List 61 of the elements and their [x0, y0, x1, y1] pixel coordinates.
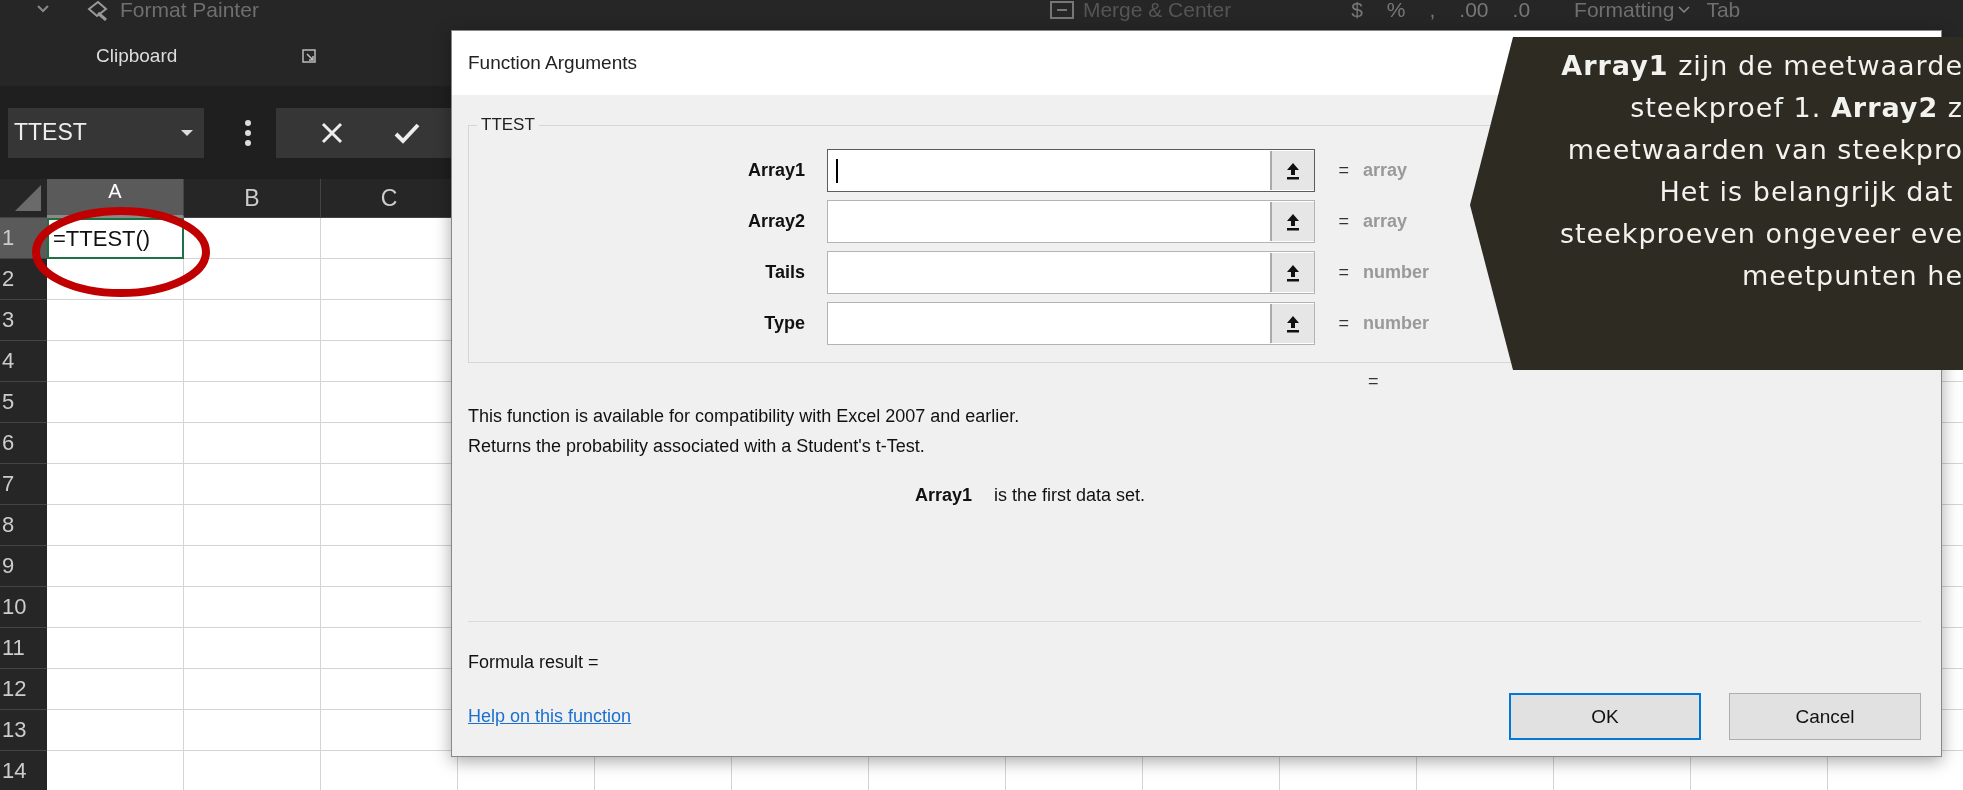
- argument-field[interactable]: [827, 149, 1315, 192]
- column-header[interactable]: B: [184, 179, 321, 218]
- row-header[interactable]: 7: [0, 464, 47, 505]
- row-header[interactable]: 8: [0, 505, 47, 546]
- argument-label: Array2: [746, 211, 806, 232]
- upload-arrow-icon: [1286, 263, 1300, 282]
- checkmark-icon[interactable]: [394, 121, 420, 144]
- argument-label: Tails: [764, 262, 806, 283]
- row-header[interactable]: 2: [0, 259, 47, 300]
- caret-icon[interactable]: [36, 4, 50, 14]
- row-header[interactable]: 3: [0, 300, 47, 341]
- equals-sign: =: [1337, 160, 1350, 181]
- description-text: Returns the probability associated with a Student's t-Test.: [468, 435, 926, 458]
- row-header[interactable]: 13: [0, 710, 47, 751]
- argument-field[interactable]: [827, 200, 1315, 243]
- argument-hint: array: [1362, 211, 1409, 232]
- formula-result: Formula result =: [468, 652, 600, 673]
- more-options-icon[interactable]: [244, 119, 252, 146]
- name-box[interactable]: TTEST: [8, 107, 204, 158]
- equals-sign: =: [1337, 262, 1350, 283]
- help-link[interactable]: Help on this function: [468, 706, 632, 727]
- merge-cells-icon: [1048, 0, 1075, 20]
- argument-hint: array: [1362, 160, 1409, 181]
- equals-sign: =: [1368, 371, 1380, 393]
- range-select-button[interactable]: [1270, 304, 1314, 343]
- range-select-button[interactable]: [1270, 253, 1314, 292]
- argument-field[interactable]: [827, 302, 1315, 345]
- group-label: TTEST: [480, 115, 536, 135]
- argument-hint: number: [1362, 313, 1430, 334]
- upload-arrow-icon: [1286, 161, 1300, 180]
- argument-field[interactable]: [827, 251, 1315, 294]
- row-header[interactable]: 6: [0, 423, 47, 464]
- caret-icon: [1678, 6, 1691, 14]
- select-all-icon: [13, 183, 43, 213]
- row-header[interactable]: 14: [0, 751, 47, 790]
- equals-sign: =: [1337, 313, 1350, 334]
- row-header[interactable]: 12: [0, 669, 47, 710]
- argument-label: Array1: [746, 160, 806, 181]
- range-select-button[interactable]: [1270, 202, 1314, 241]
- dropdown-caret-icon: [180, 128, 194, 137]
- cancel-button[interactable]: Cancel: [1729, 693, 1921, 740]
- text-cursor: [836, 158, 838, 183]
- upload-arrow-icon: [1286, 212, 1300, 231]
- dialog-launcher-icon[interactable]: [302, 49, 316, 63]
- argument-label: Type: [763, 313, 806, 334]
- equals-sign: =: [1337, 211, 1350, 232]
- range-select-button[interactable]: [1270, 151, 1314, 190]
- row-header[interactable]: 10: [0, 587, 47, 628]
- row-header[interactable]: 11: [0, 628, 47, 669]
- upload-arrow-icon: [1286, 314, 1300, 333]
- row-header[interactable]: 9: [0, 546, 47, 587]
- active-cell[interactable]: =TTEST(): [47, 218, 184, 259]
- ok-button[interactable]: OK: [1509, 693, 1701, 740]
- argument-description: is the first data set.: [994, 485, 1146, 506]
- argument-name: Array1: [915, 485, 973, 506]
- argument-hint: number: [1362, 262, 1430, 283]
- cancel-icon[interactable]: [320, 120, 344, 145]
- row-header[interactable]: 4: [0, 341, 47, 382]
- description-text: This function is available for compatibility with Excel 2007 and earlier.: [468, 405, 1021, 428]
- ribbon-group-label: Clipboard: [96, 45, 179, 67]
- row-header[interactable]: 5: [0, 382, 47, 423]
